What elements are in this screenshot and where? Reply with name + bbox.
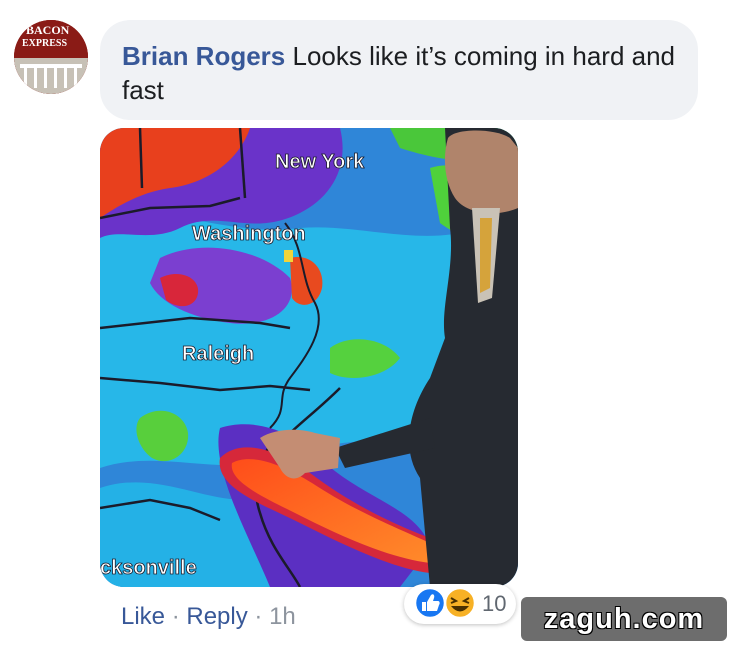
action-separator: · — [171, 603, 180, 630]
weather-map-image: New York Washington Raleigh cksonville — [100, 128, 518, 587]
action-separator: · — [254, 603, 263, 630]
comment-actions: Like · Reply · 1h — [121, 600, 296, 634]
avatar-text-line2: EXPRESS — [22, 38, 67, 49]
comment-author-link[interactable]: Brian Rogers — [122, 41, 285, 71]
map-label-raleigh: Raleigh — [182, 343, 254, 365]
comment-body: Brian Rogers Looks like it’s coming in h… — [122, 39, 682, 107]
comment-bubble: Brian Rogers Looks like it’s coming in h… — [100, 20, 698, 120]
reactions-summary[interactable]: 10 — [404, 584, 516, 624]
map-label-jacksonville: cksonville — [100, 557, 197, 579]
haha-icon — [443, 586, 477, 620]
reply-link[interactable]: Reply — [186, 603, 247, 630]
avatar-text-line1: BACON — [26, 23, 70, 37]
comment-photo[interactable]: New York Washington Raleigh cksonville — [100, 128, 518, 587]
map-label-washington: Washington — [192, 223, 306, 245]
like-icon — [413, 586, 447, 620]
watermark: zaguh.com — [521, 597, 727, 641]
avatar[interactable]: BACON EXPRESS — [14, 20, 88, 94]
like-link[interactable]: Like — [121, 603, 165, 630]
map-label-new-york: New York — [275, 151, 365, 173]
timestamp-link[interactable]: 1h — [269, 603, 296, 630]
avatar-image: BACON EXPRESS — [14, 20, 88, 94]
reaction-count: 10 — [482, 591, 507, 616]
